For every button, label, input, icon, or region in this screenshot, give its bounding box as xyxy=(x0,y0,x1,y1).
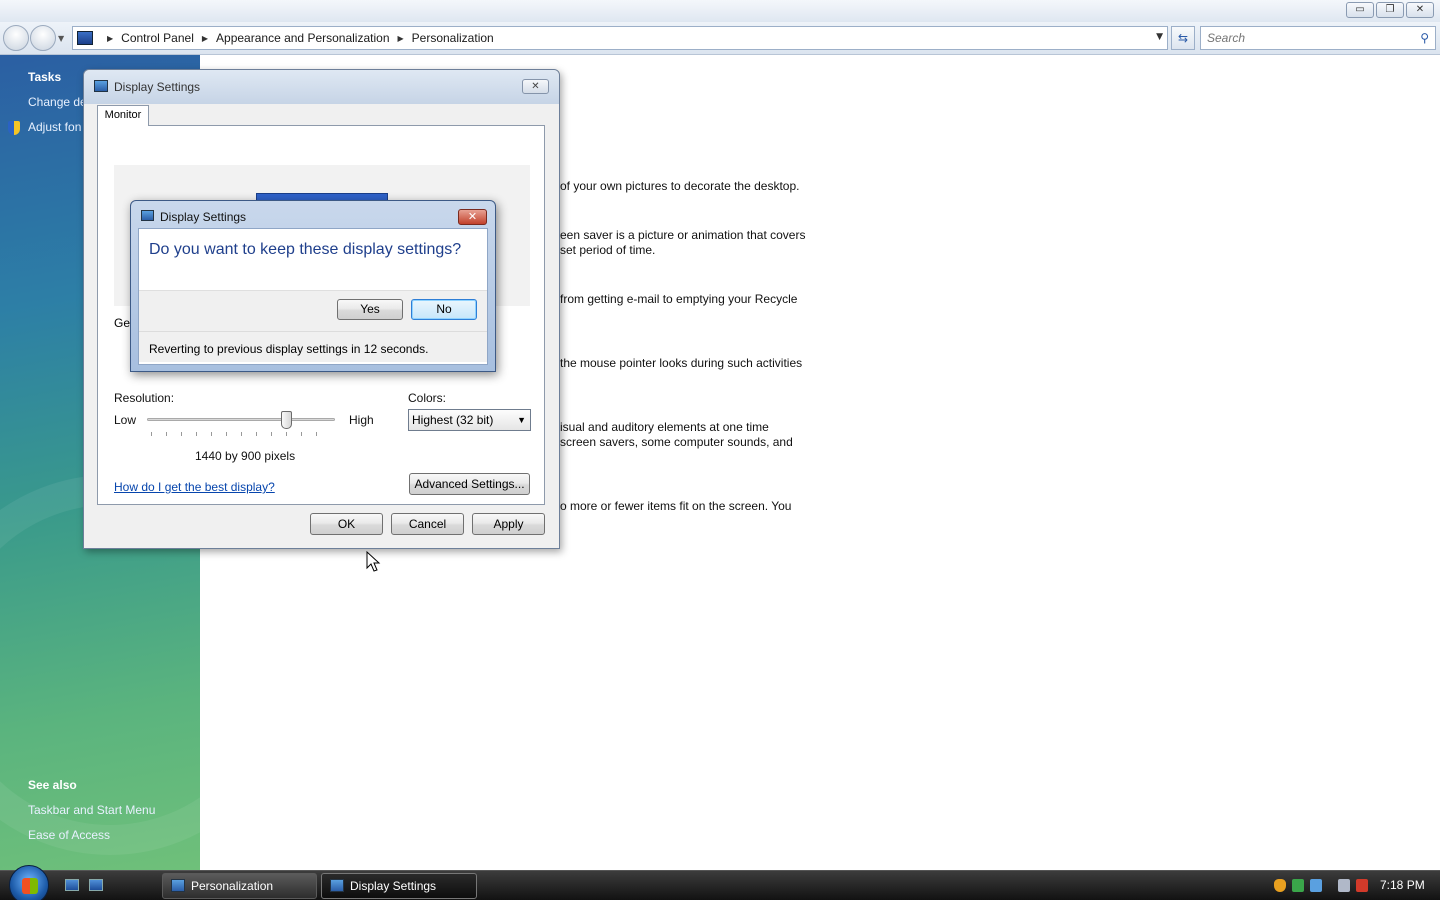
link-taskbar-start-menu[interactable]: Taskbar and Start Menu xyxy=(28,803,155,817)
forward-button[interactable] xyxy=(30,25,56,51)
breadcrumb-personalization[interactable]: Personalization xyxy=(412,31,494,45)
cancel-button[interactable]: Cancel xyxy=(391,513,464,535)
confirm-footer: Reverting to previous display settings i… xyxy=(139,331,487,363)
breadcrumb-appearance[interactable]: Appearance and Personalization xyxy=(216,31,389,45)
update-check-icon[interactable] xyxy=(1292,879,1304,892)
display-settings-icon xyxy=(141,210,154,221)
advanced-settings-button[interactable]: Advanced Settings... xyxy=(409,473,530,495)
taskbar-item-label: Personalization xyxy=(191,879,274,893)
refresh-icon: ⇆ xyxy=(1177,31,1189,45)
tab-monitor[interactable]: Monitor xyxy=(97,105,149,126)
address-toolbar: ▼ ▶ Control Panel ▶ Appearance and Perso… xyxy=(0,22,1440,55)
screen-saver-description: een saver is a picture or animation that… xyxy=(560,228,806,242)
task-adjust-font-size[interactable]: Adjust fon xyxy=(28,120,81,134)
network-icon[interactable] xyxy=(1310,879,1322,892)
display-settings-icon xyxy=(94,80,108,92)
dialog-titlebar: Display Settings ✕ xyxy=(84,70,559,104)
taskbar-item-personalization[interactable]: Personalization xyxy=(162,873,317,899)
link-ease-of-access[interactable]: Ease of Access xyxy=(28,828,110,842)
taskbar-clock[interactable]: 7:18 PM xyxy=(1380,878,1425,892)
taskbar: Personalization Display Settings 7:18 PM xyxy=(0,865,1440,900)
resolution-slider-thumb[interactable] xyxy=(281,411,292,429)
display-settings-icon xyxy=(330,879,344,892)
dialog-close-button[interactable]: ✕ xyxy=(522,79,549,94)
best-display-help-link[interactable]: How do I get the best display? xyxy=(114,480,275,494)
resolution-high-label: High xyxy=(349,413,374,427)
no-button[interactable]: No xyxy=(411,299,477,320)
taskbar-item-display-settings[interactable]: Display Settings xyxy=(321,873,477,899)
yes-button[interactable]: Yes xyxy=(337,299,403,320)
refresh-button[interactable]: ⇆ xyxy=(1171,26,1195,50)
ok-button[interactable]: OK xyxy=(310,513,383,535)
taskbar-item-label: Display Settings xyxy=(350,879,437,893)
chevron-down-icon: ▼ xyxy=(517,415,526,425)
window-controls: ▭ ❐ ✕ xyxy=(1346,2,1434,18)
see-also-heading: See also xyxy=(28,778,77,792)
chevron-right-icon[interactable]: ▶ xyxy=(202,34,208,43)
confirm-button-bar: Yes No Reverting to previous display set… xyxy=(139,290,487,362)
breadcrumb-control-panel[interactable]: Control Panel xyxy=(121,31,194,45)
tasks-heading: Tasks xyxy=(28,70,62,84)
confirm-close-button[interactable]: ✕ xyxy=(458,209,487,225)
search-input[interactable] xyxy=(1201,27,1401,49)
show-desktop-icon[interactable] xyxy=(65,879,79,891)
resolution-low-label: Low xyxy=(114,413,137,427)
dialog-title: Display Settings xyxy=(114,80,201,94)
screen-saver-description-2: set period of time. xyxy=(560,243,656,257)
recent-pages-dropdown-icon[interactable]: ▼ xyxy=(58,34,64,43)
chevron-right-icon[interactable]: ▶ xyxy=(398,34,404,43)
windows-logo-icon xyxy=(22,878,38,894)
close-window-button[interactable]: ✕ xyxy=(1406,2,1434,18)
task-change-desktop-icons[interactable]: Change de xyxy=(28,95,87,109)
monitor-tray-icon[interactable] xyxy=(1338,879,1350,892)
start-button[interactable] xyxy=(9,865,49,900)
colors-label: Colors: xyxy=(408,391,447,405)
keep-settings-dialog: Display Settings ✕ Do you want to keep t… xyxy=(130,200,496,372)
keep-settings-question: Do you want to keep these display settin… xyxy=(149,241,462,258)
resolution-slider-track[interactable] xyxy=(147,418,335,421)
restore-button[interactable]: ❐ xyxy=(1376,2,1404,18)
confirm-dialog-body: Do you want to keep these display settin… xyxy=(138,228,488,365)
colors-select[interactable]: Highest (32 bit) ▼ xyxy=(408,409,531,431)
apply-button[interactable]: Apply xyxy=(472,513,545,535)
resolution-value: 1440 by 900 pixels xyxy=(195,449,296,463)
slider-ticks xyxy=(151,432,331,436)
control-panel-icon xyxy=(171,879,185,892)
colors-selected-value: Highest (32 bit) xyxy=(412,413,494,427)
sounds-description: from getting e-mail to emptying your Rec… xyxy=(560,292,798,306)
volume-muted-icon[interactable] xyxy=(1356,879,1368,892)
address-field[interactable]: ▶ Control Panel ▶ Appearance and Persona… xyxy=(72,26,1168,50)
mouse-cursor-icon xyxy=(366,551,381,572)
mouse-pointers-description: the mouse pointer looks during such acti… xyxy=(560,356,803,370)
confirm-dialog-title: Display Settings xyxy=(160,210,247,224)
window-titlebar: ▭ ❐ ✕ xyxy=(0,0,1440,22)
chevron-down-icon[interactable]: ▼ xyxy=(1156,32,1163,42)
display-settings-description: o more or fewer items fit on the screen.… xyxy=(560,499,792,513)
theme-description-2: screen savers, some computer sounds, and xyxy=(560,435,793,449)
theme-description: isual and auditory elements at one time xyxy=(560,420,769,434)
search-box[interactable]: ⚲ xyxy=(1200,26,1436,50)
desktop-background-description: of your own pictures to decorate the des… xyxy=(560,179,800,193)
search-icon[interactable]: ⚲ xyxy=(1420,31,1429,45)
resolution-label: Resolution: xyxy=(114,391,175,405)
back-button[interactable] xyxy=(3,25,29,51)
switch-windows-icon[interactable] xyxy=(89,879,103,891)
chevron-right-icon[interactable]: ▶ xyxy=(107,34,113,43)
shield-icon xyxy=(8,121,20,135)
revert-countdown-text: Reverting to previous display settings i… xyxy=(149,342,429,356)
minimize-button[interactable]: ▭ xyxy=(1346,2,1374,18)
security-shield-icon[interactable] xyxy=(1274,879,1286,892)
control-panel-icon xyxy=(77,31,93,45)
